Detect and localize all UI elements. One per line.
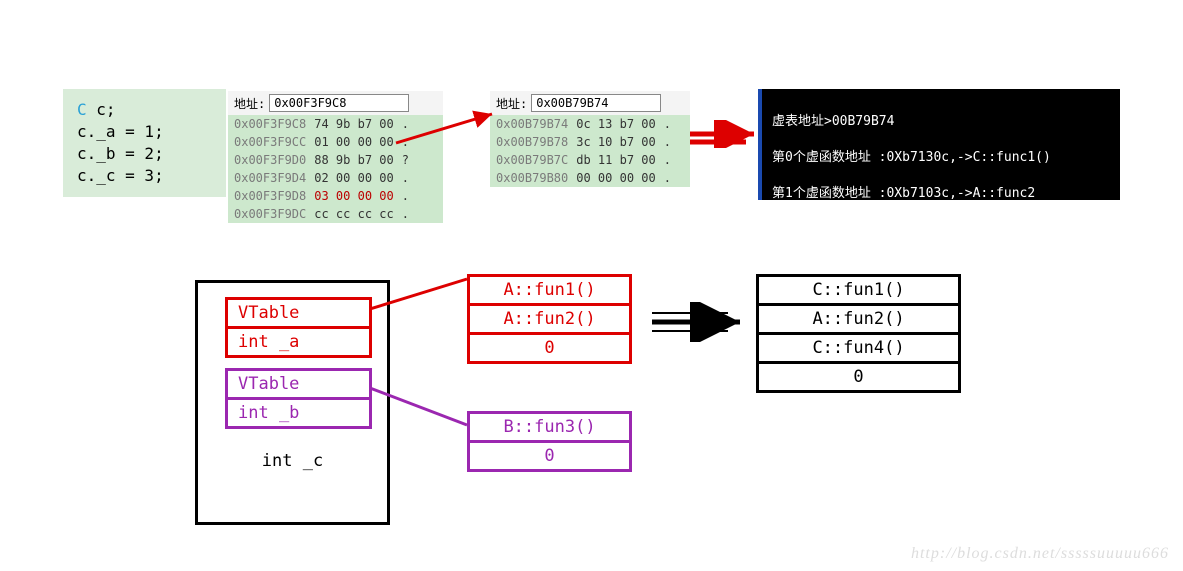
memory-row: 0x00F3F9DCcc cc cc cc. <box>228 205 443 223</box>
obj-int-a: int _a <box>225 329 372 358</box>
arrow-vt-a-to-vt-c <box>648 302 758 342</box>
console-output: 虚表地址>00B79B74 第0个虚函数地址 :0Xb7130c,->C::fu… <box>758 89 1120 200</box>
vt-a-fun2: A::fun2() <box>470 306 629 335</box>
obj-vtable-b: VTable <box>225 368 372 400</box>
object-layout-box: VTable int _a VTable int _b int _c <box>195 280 390 525</box>
vtable-b-box: B::fun3() 0 <box>467 411 632 472</box>
memory-row: 0x00B79B8000 00 00 00. <box>490 169 690 187</box>
address-input-2[interactable] <box>531 94 661 112</box>
vt-a-zero: 0 <box>470 335 629 361</box>
vt-b-fun3: B::fun3() <box>470 414 629 443</box>
vt-c-fun2: A::fun2() <box>759 306 958 335</box>
code-type: C <box>77 100 87 119</box>
obj-int-b: int _b <box>225 400 372 429</box>
object-sub-a: VTable int _a <box>225 297 372 358</box>
watermark: http://blog.csdn.net/sssssuuuuu666 <box>911 545 1169 563</box>
arrow-mem1-to-mem2 <box>388 108 508 148</box>
memory-row: 0x00B79B740c 13 b7 00. <box>490 115 690 133</box>
code-block: C c; c._a = 1; c._b = 2; c._c = 3; <box>63 89 226 197</box>
arrow-vtable-a-to-box <box>370 265 480 320</box>
vt-c-zero: 0 <box>759 364 958 390</box>
memory-body-2: 0x00B79B740c 13 b7 00.0x00B79B783c 10 b7… <box>490 115 690 187</box>
arrow-vtable-b-to-box <box>370 380 480 440</box>
vt-a-fun1: A::fun1() <box>470 277 629 306</box>
memory-row: 0x00F3F9D088 9b b7 00? <box>228 151 443 169</box>
address-label-1: 地址: <box>234 95 265 112</box>
vtable-a-box: A::fun1() A::fun2() 0 <box>467 274 632 364</box>
memory-row: 0x00F3F9D402 00 00 00. <box>228 169 443 187</box>
object-sub-b: VTable int _b <box>225 368 372 429</box>
vt-b-zero: 0 <box>470 443 629 469</box>
vtable-c-box: C::fun1() A::fun2() C::fun4() 0 <box>756 274 961 393</box>
memory-row: 0x00B79B783c 10 b7 00. <box>490 133 690 151</box>
obj-int-c: int _c <box>198 451 387 471</box>
arrow-mem2-to-console <box>688 120 768 148</box>
obj-vtable-a: VTable <box>225 297 372 329</box>
memory-view-2: 地址: 0x00B79B740c 13 b7 00.0x00B79B783c 1… <box>490 91 690 187</box>
address-bar-2: 地址: <box>490 91 690 115</box>
memory-row: 0x00F3F9D803 00 00 00. <box>228 187 443 205</box>
vt-c-fun4: C::fun4() <box>759 335 958 364</box>
vt-c-fun1: C::fun1() <box>759 277 958 306</box>
memory-row: 0x00B79B7Cdb 11 b7 00. <box>490 151 690 169</box>
